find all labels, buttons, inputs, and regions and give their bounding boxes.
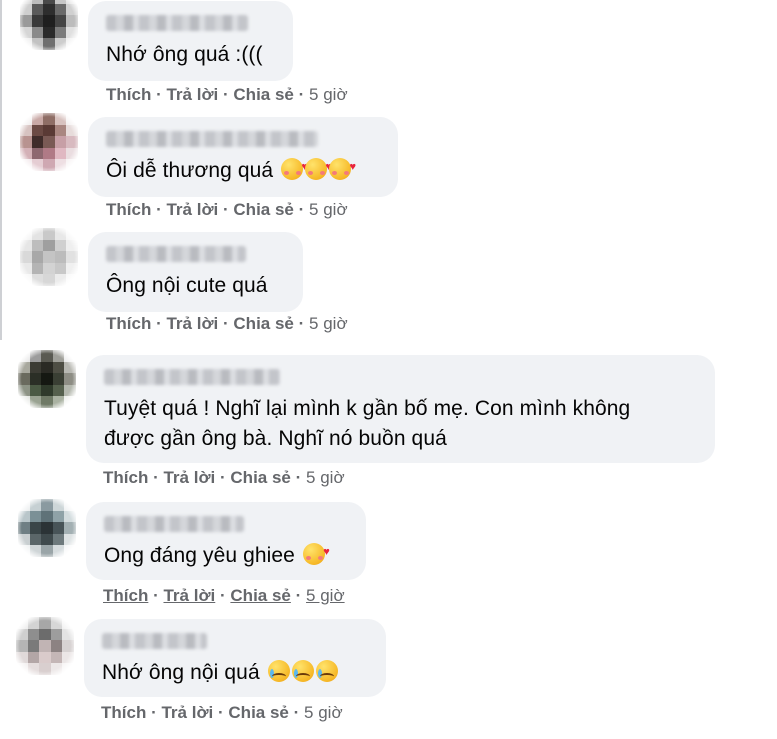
avatar[interactable] [20, 228, 78, 286]
crying-face-icon [267, 660, 290, 682]
separator-dot: · [223, 314, 229, 333]
separator-dot: · [298, 314, 305, 333]
comment-bubble: Tuyệt quá ! Nghĩ lại mình k gần bố mẹ. C… [86, 355, 715, 463]
separator-dot: · [223, 200, 229, 219]
comment-bubble: Nhớ ông nội quá [84, 619, 386, 697]
comment-actions: Thích · Trả lời · Chia sẻ · 5 giờ [106, 200, 348, 220]
separator-dot: · [156, 314, 162, 333]
commenter-name-redacted[interactable] [106, 15, 248, 31]
smiling-face-with-hearts-icon [329, 152, 356, 182]
reply-link[interactable]: Trả lời [166, 200, 218, 219]
commenter-name-redacted[interactable] [106, 246, 246, 262]
timestamp-link[interactable]: 5 giờ [309, 314, 348, 333]
share-link[interactable]: Chia sẻ [233, 200, 293, 219]
comment-bubble: Nhớ ông quá :((( [88, 1, 293, 81]
like-link[interactable]: Thích [103, 468, 148, 487]
avatar[interactable] [20, 113, 78, 171]
separator-dot: · [220, 586, 226, 605]
separator-dot: · [153, 586, 159, 605]
comment-text: Ông nội cute quá [106, 274, 268, 297]
separator-dot: · [156, 200, 162, 219]
commenter-name-redacted[interactable] [102, 633, 207, 649]
commenter-name-redacted[interactable] [106, 131, 318, 147]
smiling-face-with-hearts-icon [281, 152, 308, 182]
comment-text: Nhớ ông nội quá [102, 658, 370, 688]
like-link[interactable]: Thích [106, 85, 151, 104]
timestamp-link[interactable]: 5 giờ [306, 586, 345, 605]
avatar[interactable] [20, 0, 78, 50]
like-link[interactable]: Thích [106, 200, 151, 219]
commenter-name-redacted[interactable] [104, 369, 280, 385]
comment-text: Tuyệt quá ! Nghĩ lại mình k gần bố mẹ. C… [104, 397, 631, 450]
separator-dot: · [295, 468, 302, 487]
crying-face-icon [291, 660, 314, 682]
share-link[interactable]: Chia sẻ [230, 586, 290, 605]
timestamp-link[interactable]: 5 giờ [306, 468, 345, 487]
separator-dot: · [218, 703, 224, 722]
share-link[interactable]: Chia sẻ [228, 703, 288, 722]
comment-actions: Thích · Trả lời · Chia sẻ · 5 giờ [103, 586, 345, 606]
share-link[interactable]: Chia sẻ [230, 468, 290, 487]
comment-actions: Thích · Trả lời · Chia sẻ · 5 giờ [103, 468, 345, 488]
share-link[interactable]: Chia sẻ [233, 314, 293, 333]
reply-link[interactable]: Trả lời [166, 314, 218, 333]
avatar[interactable] [18, 350, 76, 408]
separator-dot: · [298, 85, 305, 104]
comment-bubble: Ông nội cute quá [88, 232, 303, 312]
separator-dot: · [295, 586, 302, 605]
separator-dot: · [293, 703, 300, 722]
comment-text: Ôi dễ thương quá [106, 152, 382, 186]
comment-actions: Thích · Trả lời · Chia sẻ · 5 giờ [106, 314, 348, 334]
timestamp-link[interactable]: 5 giờ [309, 85, 348, 104]
separator-dot: · [156, 85, 162, 104]
like-link[interactable]: Thích [106, 314, 151, 333]
reply-link[interactable]: Trả lời [161, 703, 213, 722]
comment-bubble: Ong đáng yêu ghiee [86, 502, 366, 580]
separator-dot: · [220, 468, 226, 487]
smiling-face-with-hearts-icon [305, 152, 332, 182]
timestamp-link[interactable]: 5 giờ [304, 703, 343, 722]
reply-link[interactable]: Trả lời [163, 468, 215, 487]
avatar[interactable] [16, 617, 74, 675]
comment-actions: Thích · Trả lời · Chia sẻ · 5 giờ [106, 85, 348, 105]
smiling-face-with-hearts-icon [302, 537, 330, 567]
like-link[interactable]: Thích [103, 586, 148, 605]
separator-dot: · [153, 468, 159, 487]
like-link[interactable]: Thích [101, 703, 146, 722]
comment-text: Ong đáng yêu ghiee [104, 537, 350, 571]
separator-dot: · [298, 200, 305, 219]
reply-link[interactable]: Trả lời [163, 586, 215, 605]
commenter-name-redacted[interactable] [104, 516, 244, 532]
comment-actions: Thích · Trả lời · Chia sẻ · 5 giờ [101, 703, 343, 723]
comment-text: Nhớ ông quá :((( [106, 43, 263, 66]
share-link[interactable]: Chia sẻ [233, 85, 293, 104]
reply-link[interactable]: Trả lời [166, 85, 218, 104]
avatar[interactable] [18, 499, 76, 557]
separator-dot: · [151, 703, 157, 722]
thread-line [0, 0, 2, 340]
crying-face-icon [315, 660, 338, 682]
separator-dot: · [223, 85, 229, 104]
timestamp-link[interactable]: 5 giờ [309, 200, 348, 219]
comment-bubble: Ôi dễ thương quá [88, 117, 398, 197]
